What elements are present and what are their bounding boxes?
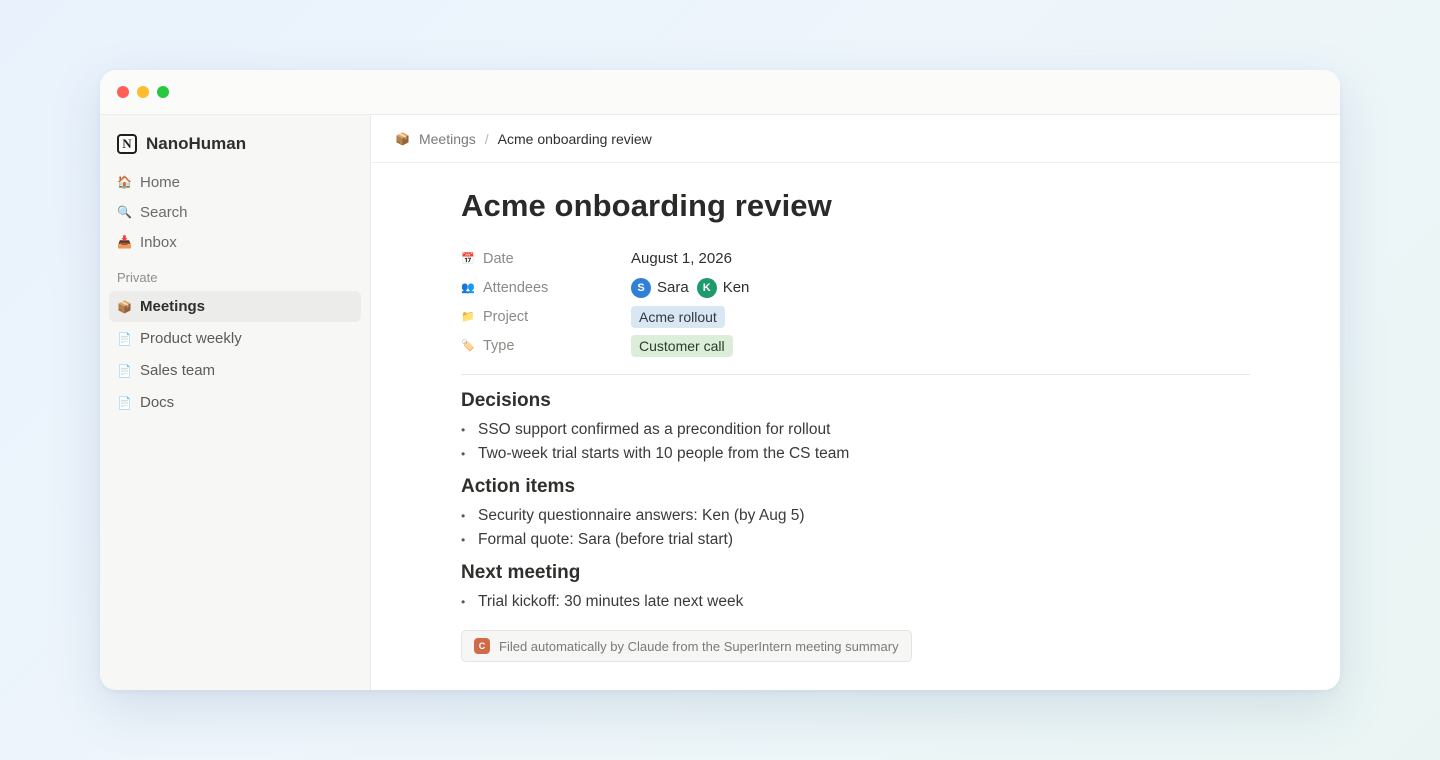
maximize-window-button[interactable]	[157, 86, 169, 98]
sidebar-item-label: Sales team	[140, 362, 216, 379]
list-item[interactable]: • Two-week trial starts with 10 people fr…	[461, 442, 1251, 466]
list-item[interactable]: • SSO support confirmed as a precondition…	[461, 418, 1251, 442]
section-heading-next-meeting[interactable]: Next meeting	[461, 562, 1251, 584]
next-meeting-list: • Trial kickoff: 30 minutes late next wee…	[461, 590, 1251, 614]
list-item[interactable]: • Trial kickoff: 30 minutes late next wee…	[461, 590, 1251, 614]
sidebar-section-private: Private	[117, 270, 158, 285]
divider	[461, 374, 1250, 375]
sidebar: N NanoHuman 🏠 Home 🔍 Search 📥 Inbox Priv…	[100, 115, 371, 690]
property-date-value[interactable]: August 1, 2026	[631, 250, 732, 267]
project-tag: Acme rollout	[631, 305, 725, 328]
sidebar-item-docs[interactable]: 📄 Docs	[109, 387, 361, 418]
sidebar-item-home[interactable]: 🏠 Home	[109, 167, 361, 197]
decisions-list: • SSO support confirmed as a precondition…	[461, 418, 1251, 466]
breadcrumb: 📦 Meetings / Acme onboarding review	[371, 115, 1340, 163]
page-title[interactable]: Acme onboarding review	[461, 188, 1251, 224]
property-label: Date	[483, 250, 514, 267]
auto-filed-text: Filed automatically by Claude from the S…	[499, 638, 899, 654]
property-key[interactable]: 📁 Project	[461, 309, 631, 325]
list-item[interactable]: • Security questionnaire answers: Ken (by…	[461, 504, 1251, 528]
people-icon: 👥	[461, 282, 475, 294]
bullet-icon: •	[461, 595, 466, 609]
bullet-icon: •	[461, 447, 466, 461]
auto-filed-note: C Filed automatically by Claude from the…	[461, 630, 912, 662]
title-bar	[100, 70, 1340, 115]
property-label: Attendees	[483, 279, 549, 296]
sidebar-item-label: Home	[140, 173, 181, 191]
property-label: Type	[483, 337, 515, 354]
bullet-icon: •	[461, 533, 466, 547]
main-panel: 📦 Meetings / Acme onboarding review Acme…	[371, 115, 1340, 690]
box-icon: 📦	[395, 131, 410, 146]
property-key[interactable]: 🏷️ Type	[461, 338, 631, 354]
attendee-name: Sara	[657, 279, 689, 296]
section-heading-action-items[interactable]: Action items	[461, 476, 1251, 498]
page-icon: 📄	[117, 331, 132, 346]
attendee-sara[interactable]: S Sara	[631, 277, 689, 298]
claude-icon: C	[474, 638, 490, 654]
list-item-text: Security questionnaire answers: Ken (by …	[478, 507, 805, 524]
property-attendees-value[interactable]: S Sara K Ken	[631, 277, 751, 298]
list-item-text: Two-week trial starts with 10 people fro…	[478, 445, 850, 462]
avatar: S	[631, 277, 651, 298]
workspace-switcher[interactable]: N NanoHuman	[109, 133, 361, 155]
workspace-name: NanoHuman	[146, 134, 247, 153]
sidebar-item-product-weekly[interactable]: 📄 Product weekly	[109, 323, 361, 354]
properties-table: 📅 Date August 1, 2026 👥 Attendees S Sara…	[461, 244, 1251, 360]
property-label: Project	[483, 308, 529, 325]
property-date: 📅 Date August 1, 2026	[461, 244, 1251, 273]
attendee-name: Ken	[722, 279, 750, 296]
label-icon: 🏷️	[461, 340, 475, 352]
property-attendees: 👥 Attendees S Sara K Ken	[461, 273, 1251, 302]
list-item-text: Trial kickoff: 30 minutes late next week	[478, 593, 744, 610]
property-type: 🏷️ Type Customer call	[461, 331, 1251, 360]
inbox-icon: 📥	[117, 235, 132, 249]
sidebar-item-label: Meetings	[140, 298, 206, 315]
page-icon: 📄	[117, 363, 132, 378]
app-window: N NanoHuman 🏠 Home 🔍 Search 📥 Inbox Priv…	[100, 70, 1340, 690]
calendar-icon: 📅	[461, 253, 475, 265]
sidebar-item-label: Product weekly	[140, 330, 242, 347]
search-icon: 🔍	[117, 205, 132, 219]
bullet-icon: •	[461, 423, 466, 437]
list-item-text: SSO support confirmed as a precondition …	[478, 421, 831, 438]
property-key[interactable]: 👥 Attendees	[461, 280, 631, 296]
sidebar-item-sales-team[interactable]: 📄 Sales team	[109, 355, 361, 386]
sidebar-item-label: Inbox	[140, 233, 177, 251]
type-tag: Customer call	[631, 334, 733, 357]
breadcrumb-separator: /	[484, 130, 489, 147]
property-project-value[interactable]: Acme rollout	[631, 305, 725, 328]
minimize-window-button[interactable]	[137, 86, 149, 98]
page-icon: 📄	[117, 395, 132, 410]
page-content: Acme onboarding review 📅 Date August 1, …	[371, 163, 1251, 662]
close-window-button[interactable]	[117, 86, 129, 98]
box-icon: 📦	[117, 299, 132, 314]
date-value: August 1, 2026	[631, 250, 732, 267]
section-heading-decisions[interactable]: Decisions	[461, 390, 1251, 412]
sidebar-item-inbox[interactable]: 📥 Inbox	[109, 227, 361, 257]
sidebar-item-search[interactable]: 🔍 Search	[109, 197, 361, 227]
breadcrumb-parent-link[interactable]: Meetings	[419, 131, 476, 147]
folder-icon: 📁	[461, 311, 475, 323]
breadcrumb-current[interactable]: Acme onboarding review	[498, 131, 652, 147]
property-project: 📁 Project Acme rollout	[461, 302, 1251, 331]
property-type-value[interactable]: Customer call	[631, 334, 733, 357]
list-item[interactable]: • Formal quote: Sara (before trial start)	[461, 528, 1251, 552]
avatar: K	[696, 277, 717, 298]
list-item-text: Formal quote: Sara (before trial start)	[478, 531, 733, 548]
bullet-icon: •	[461, 509, 466, 523]
sidebar-item-label: Search	[140, 203, 188, 221]
home-icon: 🏠	[117, 175, 132, 189]
action-items-list: • Security questionnaire answers: Ken (by…	[461, 504, 1251, 552]
property-key[interactable]: 📅 Date	[461, 251, 631, 267]
sidebar-item-label: Docs	[140, 394, 175, 411]
sidebar-item-meetings[interactable]: 📦 Meetings	[109, 291, 361, 322]
attendee-ken[interactable]: K Ken	[696, 277, 750, 298]
workspace-logo-icon: N	[117, 134, 137, 154]
